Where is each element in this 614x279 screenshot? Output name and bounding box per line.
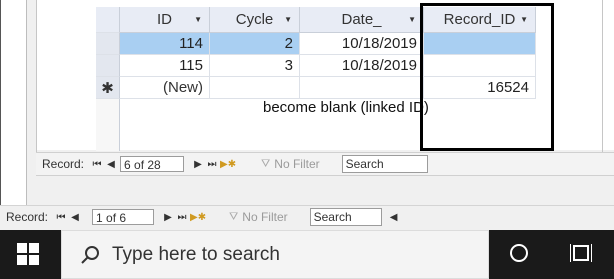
windows-start-icon[interactable]	[17, 243, 39, 265]
row-selector[interactable]	[96, 55, 120, 77]
filter-icon: ⛛	[261, 157, 271, 170]
cell-cycle-new[interactable]	[210, 77, 300, 99]
search-field[interactable]: Search	[309, 208, 382, 226]
record-label: Record:	[6, 210, 49, 224]
first-record-icon[interactable]: ⏮	[91, 159, 103, 170]
cell-date-new[interactable]	[300, 77, 424, 99]
previous-record-icon[interactable]: ◀	[105, 159, 117, 170]
new-record-nav-icon[interactable]: ▶✱	[190, 212, 206, 223]
column-header-label: Date_	[341, 11, 382, 28]
next-record-icon[interactable]: ▶	[162, 212, 174, 223]
search-placeholder: Type here to search	[112, 243, 280, 265]
cell-cycle[interactable]: 3	[210, 55, 300, 77]
filter-label: No Filter	[242, 210, 288, 224]
last-record-icon[interactable]: ⏭	[176, 212, 188, 223]
main-record-navigator: Record: ⏮ ◀ 1 of 6 ▶ ⏭ ▶✱ ⛛ No Filter Se…	[0, 205, 614, 228]
search-icon	[81, 245, 99, 264]
column-header-date[interactable]: Date_ ▼	[300, 7, 424, 33]
cell-id[interactable]: 114	[120, 33, 210, 55]
last-record-icon[interactable]: ⏭	[206, 159, 218, 170]
new-record-icon[interactable]: ✱	[96, 77, 120, 99]
cortana-icon[interactable]	[510, 244, 528, 262]
filter-icon: ⛛	[229, 210, 239, 223]
previous-record-icon[interactable]: ◀	[69, 212, 81, 223]
filter-label: No Filter	[274, 157, 320, 171]
subform-left-border	[36, 0, 37, 174]
record-label: Record:	[42, 157, 85, 171]
column-header-label: ID	[157, 11, 172, 28]
highlight-box	[420, 3, 554, 151]
row-selector-filler	[96, 99, 120, 151]
first-record-icon[interactable]: ⏮	[55, 212, 67, 223]
search-field[interactable]: Search	[341, 155, 428, 173]
subform-record-navigator: Record: ⏮ ◀ 6 of 28 ▶ ⏭ ▶✱ ⛛ No Filter S…	[36, 152, 614, 176]
scroll-left-icon[interactable]: ◀	[388, 212, 400, 223]
cell-cycle[interactable]: 2	[210, 33, 300, 55]
annotation-text: become blank (linked ID)	[263, 99, 429, 116]
sort-dropdown-icon[interactable]: ▼	[284, 15, 292, 24]
no-filter-button[interactable]: ⛛ No Filter	[261, 157, 320, 171]
form-left-margin	[0, 0, 27, 206]
next-record-icon[interactable]: ▶	[192, 159, 204, 170]
column-header-id[interactable]: ID ▼	[120, 7, 210, 33]
subform-right-border	[602, 0, 603, 152]
cell-id[interactable]: 115	[120, 55, 210, 77]
current-record-field[interactable]: 1 of 6	[92, 209, 155, 225]
no-filter-button[interactable]: ⛛ No Filter	[229, 210, 288, 224]
column-header-cycle[interactable]: Cycle ▼	[210, 7, 300, 33]
current-record-field[interactable]: 6 of 28	[120, 156, 185, 172]
cell-date[interactable]: 10/18/2019	[300, 55, 424, 77]
select-all-corner[interactable]	[96, 7, 120, 33]
cell-date[interactable]: 10/18/2019	[300, 33, 424, 55]
taskbar-search-box[interactable]: Type here to search	[61, 230, 489, 279]
task-view-icon[interactable]	[569, 243, 593, 263]
form-left-edge	[0, 0, 1, 206]
sort-dropdown-icon[interactable]: ▼	[408, 15, 416, 24]
new-record-nav-icon[interactable]: ▶✱	[220, 159, 236, 170]
row-selector[interactable]	[96, 33, 120, 55]
column-header-label: Cycle	[235, 11, 274, 28]
cell-id-new[interactable]: (New)	[120, 77, 210, 99]
sort-dropdown-icon[interactable]: ▼	[194, 15, 202, 24]
